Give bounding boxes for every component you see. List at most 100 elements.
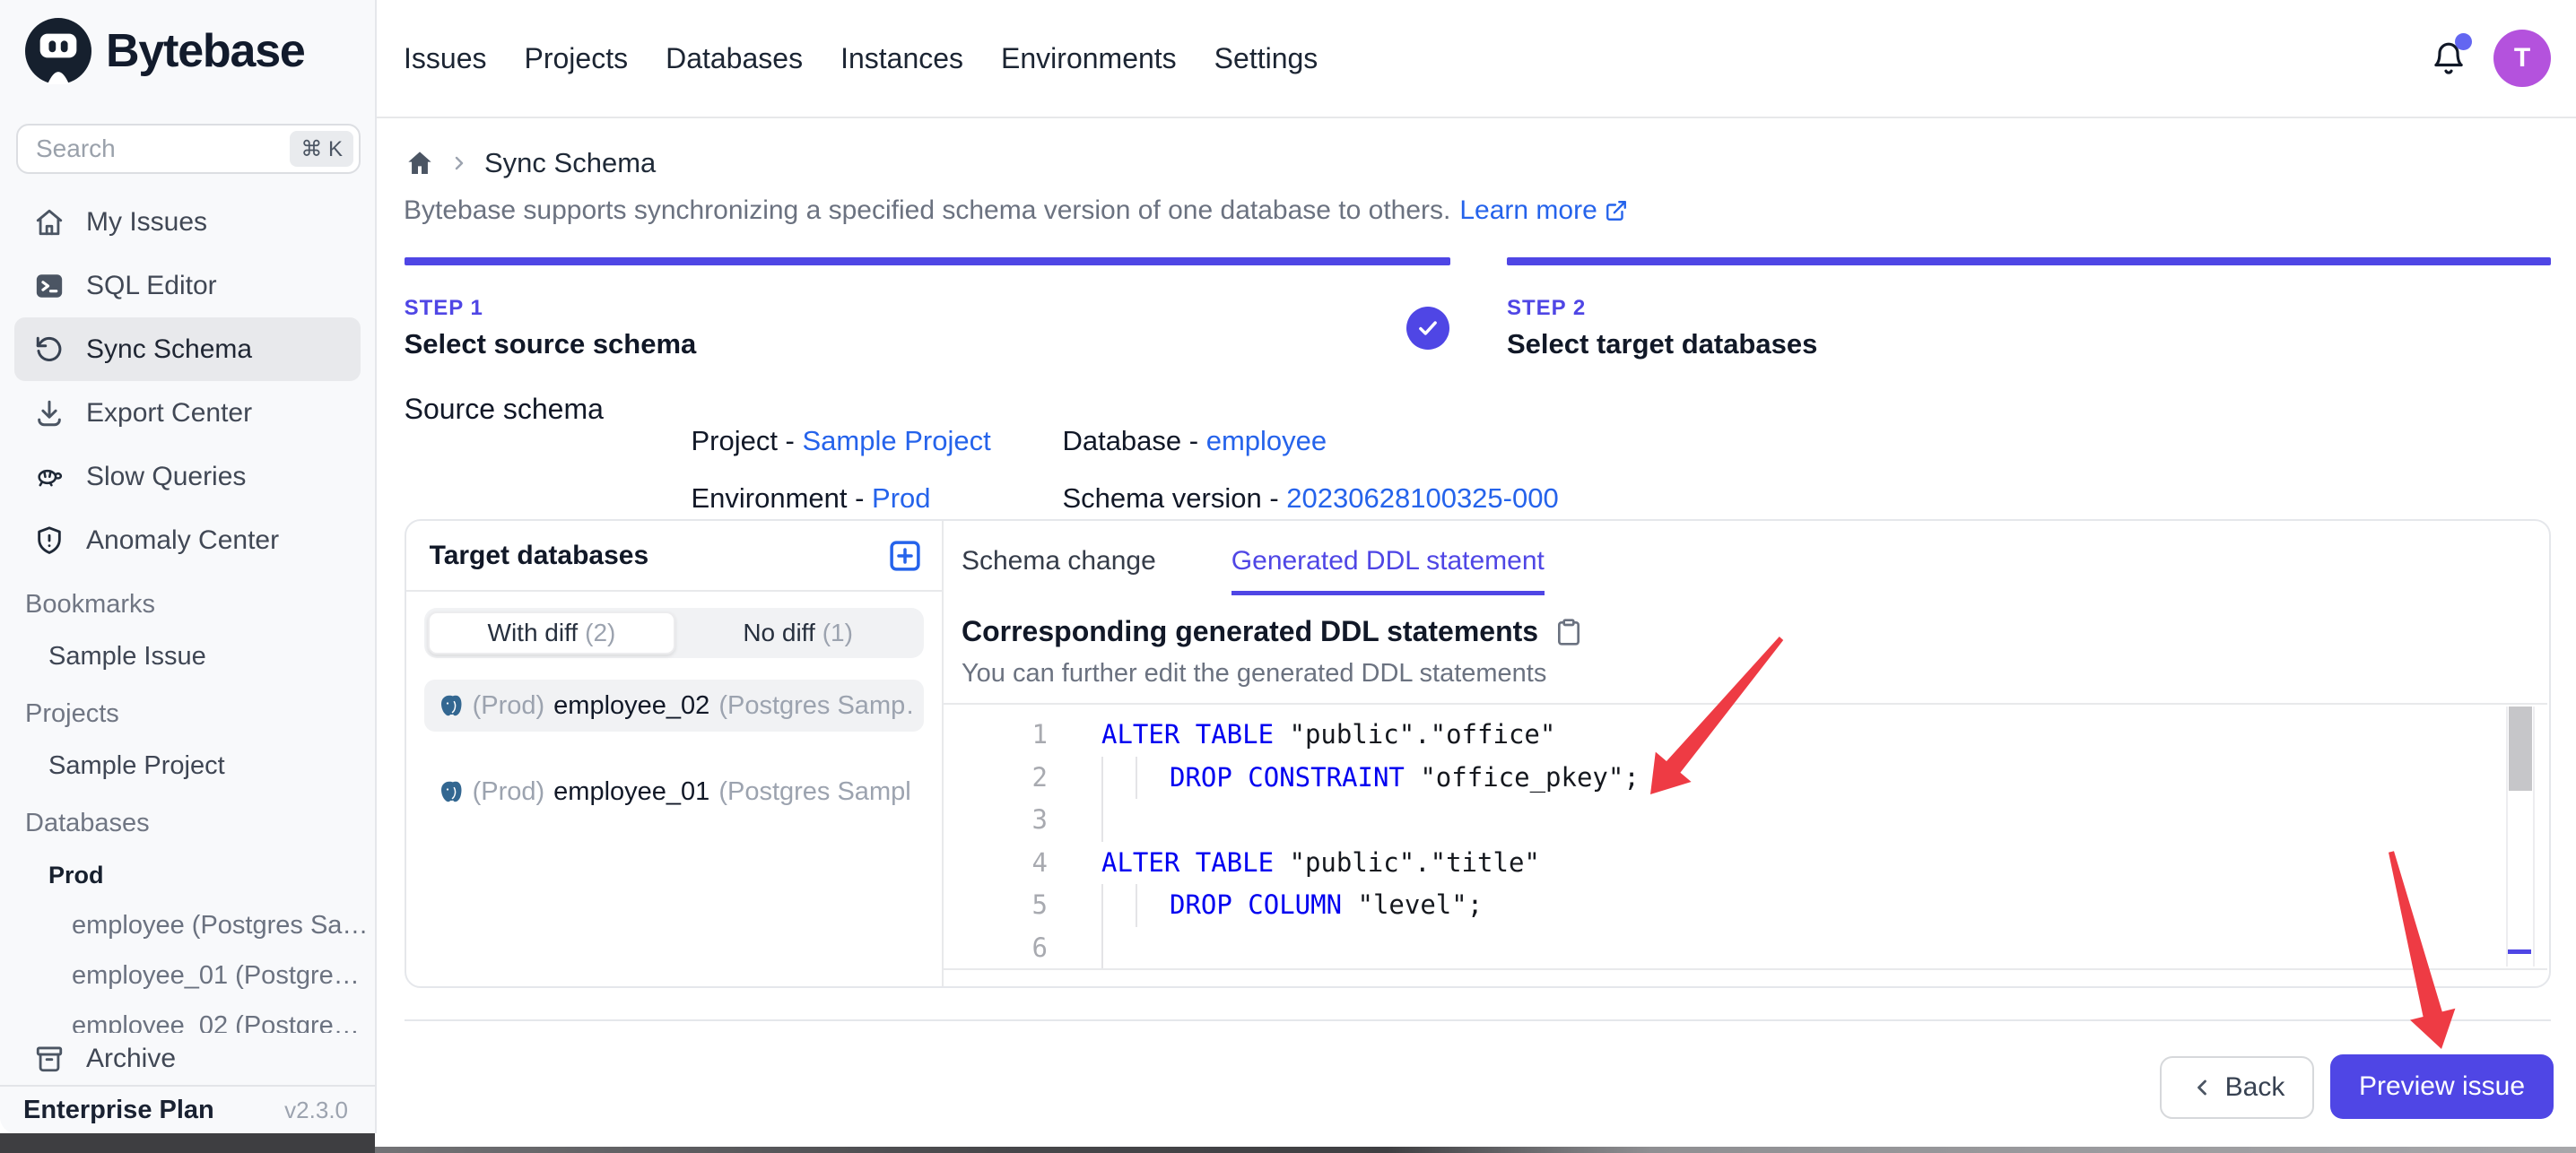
avatar[interactable]: T xyxy=(2493,30,2551,87)
footer-divider xyxy=(405,1019,2551,1021)
field-name: Environment xyxy=(691,482,847,514)
back-button[interactable]: Back xyxy=(2160,1056,2314,1119)
target-panel-header: Target databases xyxy=(406,521,942,592)
target-db-env: (Prod) xyxy=(473,691,545,721)
download-icon xyxy=(34,398,65,429)
code-line: 6 xyxy=(944,927,2547,970)
preview-issue-button[interactable]: Preview issue xyxy=(2330,1054,2554,1119)
plus-square-icon xyxy=(886,537,924,575)
page-description: Bytebase supports synchronizing a specif… xyxy=(404,195,1628,226)
code-line: 2 DROP CONSTRAINT "office_pkey"; xyxy=(944,757,2547,800)
sidebar-item-anomaly-center[interactable]: Anomaly Center xyxy=(0,508,375,572)
sql-keyword: DROP COLUMN xyxy=(1170,884,1342,927)
add-target-database-button[interactable] xyxy=(886,537,924,575)
shield-alert-icon xyxy=(34,525,65,556)
field-value-link[interactable]: Prod xyxy=(872,482,930,514)
sidebar-item-sample-issue[interactable]: Sample Issue xyxy=(0,631,375,681)
sidebar-group-databases: Databases xyxy=(0,796,375,850)
ddl-code-editor[interactable]: 1 ALTER TABLE "public"."office" 2 DROP C… xyxy=(944,703,2547,970)
target-db-instance: (Postgres Sampl… xyxy=(718,777,911,807)
step2-progress-bar xyxy=(1507,257,2551,265)
home-icon xyxy=(34,207,65,238)
bytebase-logo[interactable]: Bytebase xyxy=(0,0,375,84)
step-1-title: Select source schema xyxy=(405,328,697,360)
sql-text: "public"."title" xyxy=(1274,842,1540,885)
check-icon xyxy=(1416,316,1440,340)
editor-overview-ruler-mark xyxy=(2508,949,2531,954)
nav-databases[interactable]: Databases xyxy=(666,42,803,75)
home-icon[interactable] xyxy=(405,149,434,178)
tab-with-diff[interactable]: With diff (2) xyxy=(428,611,676,655)
nav-settings[interactable]: Settings xyxy=(1214,42,1318,75)
editor-scrollbar-thumb[interactable] xyxy=(2509,707,2532,791)
copy-button[interactable] xyxy=(1554,618,1583,646)
code-line: 4 ALTER TABLE "public"."title" xyxy=(944,842,2547,885)
sidebar-group-projects: Projects xyxy=(0,687,375,741)
preview-issue-label: Preview issue xyxy=(2359,1071,2525,1102)
notification-bell[interactable] xyxy=(2431,40,2467,76)
sidebar-item-label: Archive xyxy=(86,1044,176,1074)
nav-projects[interactable]: Projects xyxy=(524,42,628,75)
target-db-env: (Prod) xyxy=(473,777,545,807)
step-1-label: STEP 1 xyxy=(405,296,697,321)
tab-schema-change[interactable]: Schema change xyxy=(962,546,1156,595)
brand-wordmark: Bytebase xyxy=(106,24,305,78)
sql-keyword: ALTER TABLE xyxy=(1101,842,1274,885)
sync-card: Target databases With diff (2) No diff (… xyxy=(405,519,2551,988)
line-number: 5 xyxy=(944,884,1064,927)
step1-progress-bar xyxy=(405,257,1451,265)
postgres-icon xyxy=(437,692,464,719)
nav-instances[interactable]: Instances xyxy=(840,42,963,75)
nav-issues[interactable]: Issues xyxy=(404,42,486,75)
ddl-tabs: Schema change Generated DDL statement xyxy=(962,546,2549,595)
step-2: STEP 2 Select target databases xyxy=(1507,296,1817,360)
sidebar-item-db-employee-01[interactable]: employee_01 (Postgre… xyxy=(0,950,375,1001)
indent-guide xyxy=(1101,927,1170,970)
sidebar-item-sql-editor[interactable]: SQL Editor xyxy=(0,254,375,317)
sidebar-item-archive[interactable]: Archive xyxy=(0,1033,375,1085)
page-title: Sync Schema xyxy=(484,147,656,179)
sql-text: "level"; xyxy=(1342,884,1483,927)
sidebar-item-prod[interactable]: Prod xyxy=(0,850,375,900)
target-db-item-employee-01[interactable]: (Prod) employee_01 (Postgres Sampl… xyxy=(424,766,924,818)
line-number: 4 xyxy=(944,842,1064,885)
notification-dot xyxy=(2455,33,2472,50)
target-database-list: (Prod) employee_02 (Postgres Samp… (Prod… xyxy=(424,680,924,818)
field-name: Schema version xyxy=(1062,482,1261,514)
breadcrumb: Sync Schema xyxy=(405,147,656,179)
indent-guide xyxy=(1101,757,1170,800)
description-text: Bytebase supports synchronizing a specif… xyxy=(404,195,1450,226)
step-2-title: Select target databases xyxy=(1507,328,1817,360)
sidebar-item-my-issues[interactable]: My Issues xyxy=(0,190,375,254)
line-number: 6 xyxy=(944,927,1064,970)
sql-text: "public"."office" xyxy=(1274,714,1555,757)
field-value-link[interactable]: 20230628100325-000 xyxy=(1286,482,1558,514)
sidebar-item-sync-schema[interactable]: Sync Schema xyxy=(14,317,361,381)
target-db-item-employee-02[interactable]: (Prod) employee_02 (Postgres Samp… xyxy=(424,680,924,732)
dock-strip-left xyxy=(0,1133,375,1153)
sidebar-item-label: Anomaly Center xyxy=(86,525,279,556)
target-db-name: employee_01 xyxy=(553,777,709,807)
sidebar-item-export-center[interactable]: Export Center xyxy=(0,381,375,445)
nav-environments[interactable]: Environments xyxy=(1001,42,1177,75)
plan-name: Enterprise Plan xyxy=(23,1096,214,1125)
tab-generated-ddl[interactable]: Generated DDL statement xyxy=(1231,546,1545,595)
sidebar-item-slow-queries[interactable]: Slow Queries xyxy=(0,445,375,508)
bytebase-logo-icon xyxy=(25,18,91,84)
source-schema-label: Source schema xyxy=(405,393,604,426)
learn-more-link[interactable]: Learn more xyxy=(1459,195,1627,226)
sidebar-item-label: SQL Editor xyxy=(86,271,217,301)
postgres-icon xyxy=(437,778,464,805)
sidebar-groups: Bookmarks Sample Issue Projects Sample P… xyxy=(0,572,375,1051)
editor-scrollbar[interactable] xyxy=(2506,707,2535,967)
sidebar-item-label: Export Center xyxy=(86,398,252,429)
app-window: Bytebase ⌘ K My Issues SQL Editor xyxy=(0,0,2576,1153)
sidebar-item-db-employee[interactable]: employee (Postgres Sa… xyxy=(0,900,375,950)
code-line: 3 xyxy=(944,799,2547,842)
sidebar-item-sample-project[interactable]: Sample Project xyxy=(0,741,375,791)
tab-count: (1) xyxy=(822,619,853,647)
sidebar-menu: My Issues SQL Editor Sync Schema Export … xyxy=(0,190,375,572)
tab-no-diff[interactable]: No diff (1) xyxy=(675,611,920,655)
back-label: Back xyxy=(2225,1072,2285,1103)
external-link-icon xyxy=(1605,199,1628,222)
